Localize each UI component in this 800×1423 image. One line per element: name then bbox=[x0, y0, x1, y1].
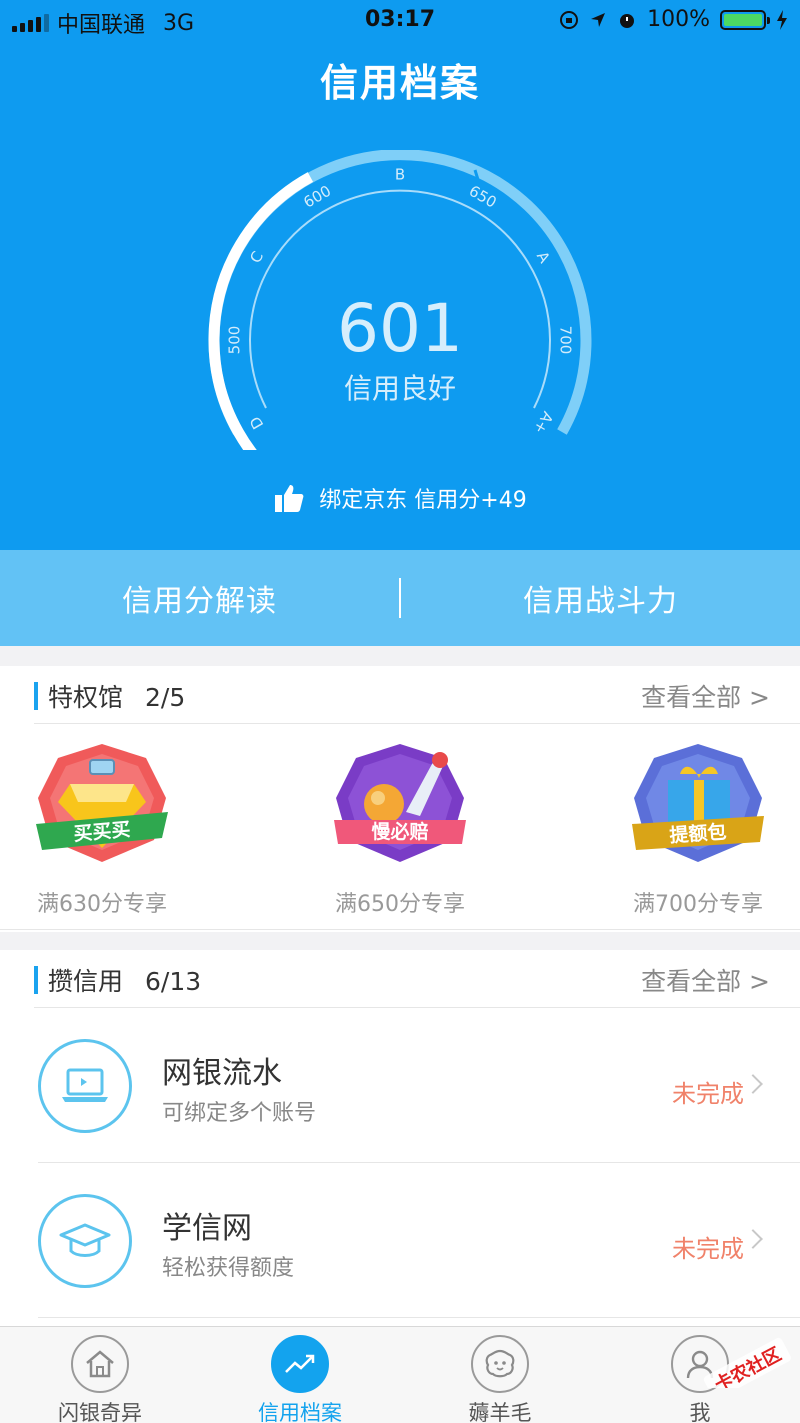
task-chsi[interactable]: 学信网 轻松获得额度 未完成 bbox=[38, 1163, 800, 1318]
task-status: 未完成 bbox=[672, 1235, 744, 1263]
rocket-icon: 慢必赔 bbox=[334, 744, 466, 862]
credit-tasks-header: 攒信用 6/13 查看全部 > bbox=[34, 950, 800, 1008]
location-arrow-icon bbox=[591, 12, 606, 27]
bind-jd-text: 绑定京东 信用分+49 bbox=[319, 488, 527, 513]
charging-icon bbox=[777, 9, 787, 30]
task-title: 学信网 bbox=[162, 1211, 252, 1246]
privilege-caption: 满630分专享 bbox=[37, 892, 167, 917]
tabbar-item-deals[interactable]: 薅羊毛 bbox=[400, 1327, 600, 1423]
credit-tasks-title: 攒信用 bbox=[48, 967, 124, 996]
privileges-section: 特权馆 2/5 查看全部 > 买买买 满630分专享 慢必赔 满650分专享 提… bbox=[0, 666, 800, 932]
privileges-header: 特权馆 2/5 查看全部 > bbox=[34, 666, 800, 724]
graduation-cap-icon bbox=[59, 1223, 111, 1257]
tabbar-label: 信用档案 bbox=[258, 1401, 342, 1423]
privilege-caption: 满650分专享 bbox=[335, 892, 465, 917]
badge-ribbon-text: 提额包 bbox=[669, 820, 727, 847]
watermark-text: 卡农社区 bbox=[711, 1343, 785, 1388]
bottom-tab-bar: 闪银奇异 信用档案 薅羊毛 我 bbox=[0, 1326, 800, 1423]
gauge-scale-label: A bbox=[533, 248, 554, 267]
chevron-right-icon bbox=[743, 1229, 763, 1249]
privilege-badge-buy[interactable]: 买买买 满630分专享 bbox=[34, 740, 170, 929]
rotation-lock-icon bbox=[560, 10, 579, 29]
section-accent-bar bbox=[34, 966, 38, 994]
task-subtitle: 轻松获得额度 bbox=[162, 1256, 295, 1281]
battery-percent: 100% bbox=[647, 7, 710, 32]
tabbar-label: 薅羊毛 bbox=[468, 1401, 532, 1423]
gift-box-icon: 提额包 bbox=[632, 744, 764, 862]
task-status: 未完成 bbox=[672, 1080, 744, 1108]
sheep-icon bbox=[485, 1349, 515, 1378]
home-icon bbox=[86, 1350, 114, 1378]
community-watermark: 卡农社区 bbox=[703, 1337, 791, 1388]
privilege-caption: 满700分专享 bbox=[633, 892, 763, 917]
laptop-icon bbox=[62, 1068, 108, 1102]
credit-tasks-count: 6/13 bbox=[145, 967, 202, 996]
tabbar-item-credit-profile[interactable]: 信用档案 bbox=[200, 1327, 400, 1423]
chevron-right-icon bbox=[743, 1074, 763, 1094]
credit-tabs: 信用分解读 信用战斗力 bbox=[0, 550, 800, 646]
badge-ribbon-text: 慢必赔 bbox=[371, 820, 428, 843]
tabbar-label: 闪银奇异 bbox=[58, 1401, 142, 1423]
tab-credit-power[interactable]: 信用战斗力 bbox=[401, 576, 800, 620]
privileges-title: 特权馆 bbox=[48, 683, 124, 712]
hero-header: 中国联通 3G 03:17 100% 信用档案 200D500C600B650A… bbox=[0, 0, 800, 550]
thumbs-up-icon bbox=[275, 485, 304, 512]
section-accent-bar bbox=[34, 682, 38, 710]
tab-score-interpretation[interactable]: 信用分解读 bbox=[0, 576, 399, 620]
gauge-scale-label: C bbox=[246, 248, 267, 266]
privileges-view-all-link[interactable]: 查看全部 > bbox=[641, 678, 770, 714]
privilege-badge-delay-compensation[interactable]: 慢必赔 满650分专享 bbox=[332, 740, 468, 929]
battery-icon bbox=[720, 9, 770, 30]
credit-rating-label: 信用良好 bbox=[343, 372, 456, 405]
credit-tasks-view-all-link[interactable]: 查看全部 > bbox=[641, 962, 770, 998]
status-bar: 中国联通 3G 03:17 100% bbox=[0, 0, 800, 40]
privileges-count: 2/5 bbox=[145, 683, 186, 712]
tabbar-item-home[interactable]: 闪银奇异 bbox=[0, 1327, 200, 1423]
privilege-badges: 买买买 满630分专享 慢必赔 满650分专享 提额包 满700分专享 bbox=[0, 724, 800, 930]
task-title: 网银流水 bbox=[162, 1056, 282, 1091]
task-bank-statement[interactable]: 网银流水 可绑定多个账号 未完成 bbox=[38, 1008, 800, 1163]
privilege-badge-credit-boost[interactable]: 提额包 满700分专享 bbox=[630, 740, 766, 929]
credit-tasks-section: 攒信用 6/13 查看全部 > 网银流水 可绑定多个账号 未完成 学信网 轻松获… bbox=[0, 950, 800, 1326]
trend-chart-icon bbox=[285, 1354, 315, 1373]
credit-profile-screen: 中国联通 3G 03:17 100% 信用档案 200D500C600B650A… bbox=[0, 0, 800, 1423]
gauge-scale-label: D bbox=[246, 413, 267, 432]
credit-score-value: 601 bbox=[337, 290, 463, 367]
alarm-icon bbox=[620, 13, 635, 28]
tabbar-label: 我 bbox=[689, 1401, 711, 1423]
task-subtitle: 可绑定多个账号 bbox=[162, 1101, 317, 1126]
gauge-scale-label: A+ bbox=[530, 408, 557, 437]
gauge-scale-label: B bbox=[395, 166, 405, 184]
bind-jd-tip[interactable]: 绑定京东 信用分+49 bbox=[0, 482, 800, 514]
page-title: 信用档案 bbox=[319, 61, 480, 105]
diamond-icon: 买买买 bbox=[36, 744, 168, 862]
